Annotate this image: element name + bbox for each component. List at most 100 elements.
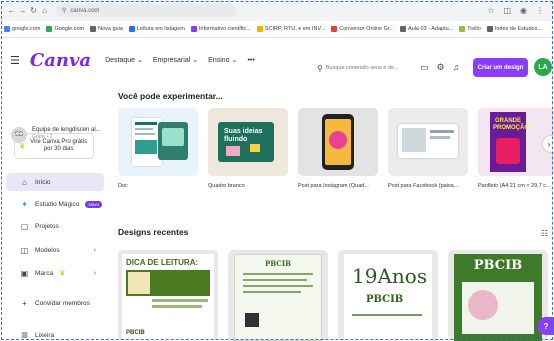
menu-icon[interactable]: ⋮ bbox=[536, 6, 544, 15]
recent-design-card[interactable]: DICA DE LEITURA: PBCIB bbox=[118, 250, 218, 341]
bookmark-favicon-icon bbox=[331, 26, 338, 32]
template-card-facebook[interactable] bbox=[388, 108, 468, 176]
chevron-down-icon: ⌄ bbox=[231, 57, 238, 64]
design-title: PBCIB bbox=[264, 259, 292, 268]
back-icon[interactable]: ← bbox=[6, 6, 17, 15]
address-field[interactable]: ⚲ canva.com bbox=[56, 4, 236, 17]
recent-section-title: Designs recentes bbox=[118, 227, 189, 237]
reload-icon[interactable]: ↻ bbox=[28, 6, 39, 15]
bookmark-item[interactable]: Nova guia bbox=[90, 26, 123, 32]
design-line bbox=[243, 273, 313, 275]
chevron-right-icon: › bbox=[93, 269, 96, 277]
bookmark-label: Leitura em listagem bbox=[136, 26, 185, 32]
flyer-preview: GRANDE PROMOÇÃO bbox=[490, 112, 529, 172]
carousel-next-button[interactable]: › bbox=[543, 136, 554, 152]
template-card-instagram[interactable] bbox=[298, 108, 378, 176]
sidebar-item-label: Estúdio Mágico bbox=[35, 200, 80, 208]
sparkle-icon: ✦ bbox=[21, 199, 28, 209]
site-info-icon[interactable]: ⚲ bbox=[62, 7, 66, 14]
hamburger-menu-icon[interactable]: ☰ bbox=[10, 54, 20, 67]
design-thumbnail: PBCIB bbox=[234, 254, 322, 341]
app-header: ☰ Canva Destaque ⌄ Empresarial ⌄ Ensino ⌄ •… bbox=[0, 38, 554, 82]
doc-image bbox=[162, 128, 184, 146]
help-button[interactable]: ? bbox=[538, 317, 554, 335]
preview-image bbox=[402, 128, 426, 152]
book-cover bbox=[128, 272, 150, 294]
sidebar-item-inicio[interactable]: ⌂ Início bbox=[6, 173, 104, 191]
home-icon: ⌂ bbox=[22, 177, 27, 187]
trash-icon: ▥ bbox=[21, 332, 28, 339]
nav-destaque[interactable]: Destaque ⌄ bbox=[105, 56, 143, 65]
nav-empresarial[interactable]: Empresarial ⌄ bbox=[153, 56, 199, 65]
flyer-preview-text: GRANDE PROMOÇÃO bbox=[493, 118, 529, 131]
bookmark-item[interactable]: Aula 03 - Adaptu... bbox=[399, 26, 453, 32]
search-input[interactable]: ⚲ Busque conteúdo seus e de... bbox=[313, 59, 409, 77]
bookmarks-bar: google.com Google.com Nova guia Leitura em … bbox=[0, 21, 554, 38]
bookmark-item[interactable]: Leitura em listagem bbox=[128, 26, 185, 32]
recent-design-card[interactable]: PBCIB bbox=[448, 250, 548, 341]
monitor-icon[interactable]: ▭ bbox=[420, 62, 429, 73]
design-line bbox=[152, 299, 208, 302]
profile-icon[interactable]: ◉ bbox=[520, 6, 527, 15]
bookmark-label: Trello bbox=[467, 26, 481, 32]
preview-image bbox=[496, 138, 520, 164]
sidebar-item-projetos[interactable]: ▢ Projetos bbox=[6, 217, 104, 235]
bookmark-item[interactable]: Informativo científic... bbox=[190, 26, 251, 32]
sidebar-item-convidar[interactable]: + Convidar membros bbox=[6, 294, 104, 312]
create-design-button[interactable]: Criar um design bbox=[473, 58, 528, 77]
bookmark-label: Nova guia bbox=[98, 26, 123, 32]
nav-ensino[interactable]: Ensino ⌄ bbox=[208, 56, 238, 65]
template-card-doc[interactable] bbox=[118, 108, 198, 176]
bell-icon[interactable]: ♫ bbox=[453, 62, 460, 73]
recent-design-card[interactable]: PBCIB bbox=[228, 250, 328, 341]
design-footer: PBCIB bbox=[126, 330, 145, 336]
facebook-preview bbox=[398, 124, 458, 158]
templates-icon: ◫ bbox=[20, 245, 29, 255]
sidebar-item-lixeira[interactable]: ▥ Lixeira bbox=[6, 326, 104, 341]
nav-more[interactable]: ••• bbox=[247, 57, 254, 64]
crown-icon: ♛ bbox=[59, 270, 66, 277]
instagram-preview bbox=[325, 119, 351, 165]
sidebar-item-marca[interactable]: ▣ Marca ♛ › bbox=[6, 264, 104, 282]
bookmark-favicon-icon bbox=[399, 26, 406, 32]
bookmark-favicon-icon bbox=[128, 26, 135, 32]
bookmark-item[interactable]: SCIRP, RTU, e em INV... bbox=[256, 26, 325, 32]
pro-trial-button[interactable]: ♛ Vire Canva Pro grátis por 30 dias bbox=[14, 133, 94, 159]
bookmark-label: google.com bbox=[12, 26, 41, 32]
doc-image bbox=[135, 140, 157, 154]
plus-icon: + bbox=[22, 298, 27, 308]
phone-mockup bbox=[322, 114, 354, 170]
url-text: canva.com bbox=[70, 7, 100, 14]
bookmark-item[interactable]: Google.com bbox=[46, 26, 84, 32]
list-view-icon[interactable]: ☷ bbox=[541, 229, 548, 238]
chevron-down-icon: ⌄ bbox=[192, 57, 199, 64]
avatar[interactable]: LA bbox=[534, 58, 552, 76]
preview-circle bbox=[329, 131, 347, 149]
sidebar-item-estudio-magico[interactable]: ✦ Estúdio Mágico Novo bbox=[6, 195, 104, 213]
design-line bbox=[352, 314, 422, 316]
star-icon[interactable]: ☆ bbox=[487, 6, 494, 15]
template-card-label: Panfleto (A4 21 cm × 29,7 c... bbox=[478, 183, 551, 189]
sidebar-item-label: Marca bbox=[35, 269, 54, 277]
sidebar-item-modelos[interactable]: ◫ Modelos › bbox=[6, 241, 104, 259]
whiteboard-preview: Suas ideias fluindo bbox=[218, 122, 274, 162]
design-line bbox=[243, 279, 307, 281]
search-icon: ⚲ bbox=[317, 63, 323, 73]
bookmark-item[interactable]: Trello bbox=[459, 26, 481, 32]
gear-icon[interactable]: ⚙ bbox=[437, 62, 445, 73]
preview-line bbox=[430, 136, 450, 139]
canva-logo[interactable]: Canva bbox=[30, 50, 91, 71]
design-line bbox=[243, 285, 313, 287]
brand-icon: ▣ bbox=[20, 268, 29, 278]
extensions-icon[interactable]: ◫ bbox=[503, 6, 511, 15]
forward-icon[interactable]: → bbox=[17, 6, 28, 15]
home-icon[interactable]: ⌂ bbox=[39, 6, 50, 15]
template-card-whiteboard[interactable]: Suas ideias fluindo bbox=[208, 108, 288, 176]
recent-design-card[interactable]: 19Anos PBCIB bbox=[338, 250, 438, 341]
bookmark-item[interactable]: Index de Estudos... bbox=[486, 26, 542, 32]
search-placeholder: Busque conteúdo seus e de... bbox=[325, 65, 399, 71]
bookmark-item[interactable]: Conversor Online Gr... bbox=[331, 26, 394, 32]
chevron-right-icon: › bbox=[93, 246, 96, 254]
bookmark-item[interactable]: google.com bbox=[4, 26, 40, 32]
whiteboard-preview-text: Suas ideias fluindo bbox=[224, 128, 263, 143]
